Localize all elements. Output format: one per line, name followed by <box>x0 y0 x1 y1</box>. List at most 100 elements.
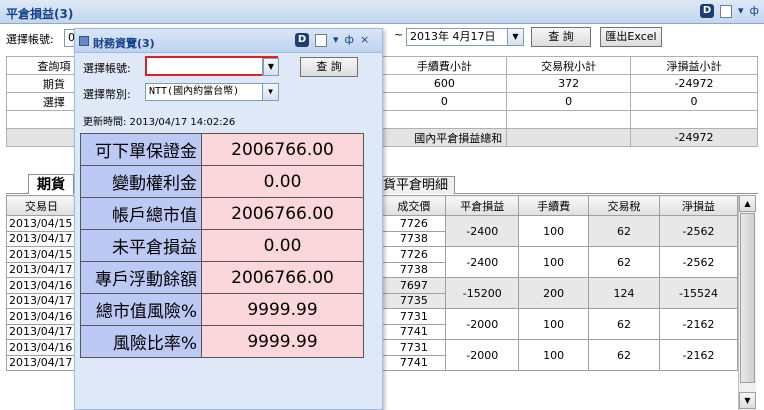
trade-date: 2013/04/17 <box>6 261 77 278</box>
stat-label: 帳戶總市值 <box>80 197 202 230</box>
close-icon[interactable]: × <box>360 33 369 47</box>
stat-value: 2006766.00 <box>201 261 364 294</box>
query-button[interactable]: 查 詢 <box>531 27 591 47</box>
tax-cell: 62 <box>588 215 660 247</box>
summary-cell: -24972 <box>630 74 758 93</box>
summary-total-value: -24972 <box>630 128 758 147</box>
export-excel-button[interactable]: 匯出Excel <box>600 27 662 47</box>
net-cell: -2562 <box>659 246 738 278</box>
summary-header: 淨損益小計 <box>630 56 758 75</box>
net-cell: -15524 <box>659 277 738 309</box>
summary-cell <box>381 110 508 129</box>
currency-value: NTT(國內約當台幣) <box>149 86 240 97</box>
grid-header[interactable]: 手續費 <box>518 195 590 216</box>
pnl-cell: -2000 <box>445 339 520 371</box>
stat-row: 風險比率% 9999.99 <box>80 325 364 358</box>
fee-cell: 100 <box>518 308 590 340</box>
stat-row: 可下單保證金 2006766.00 <box>80 133 364 166</box>
scroll-down-icon[interactable]: ▼ <box>739 392 756 409</box>
net-cell: -2562 <box>659 215 738 247</box>
summary-cell: 600 <box>381 74 508 93</box>
dock-icon[interactable]: D <box>295 33 309 47</box>
trade-price: 7741 <box>381 323 447 340</box>
summary-header: 交易稅小計 <box>506 56 632 75</box>
stat-row: 未平倉損益 0.00 <box>80 229 364 262</box>
dock-icon[interactable]: D <box>700 4 714 18</box>
fee-cell: 100 <box>518 246 590 278</box>
pnl-cell: -2400 <box>445 215 520 247</box>
tab-detail[interactable]: 貨平倉明細 <box>376 176 456 194</box>
summary-cell: 0 <box>381 92 508 111</box>
trade-date: 2013/04/17 <box>6 292 77 309</box>
fee-cell: 200 <box>518 277 590 309</box>
tax-cell: 124 <box>588 277 660 309</box>
grid-header[interactable]: 成交價 <box>381 195 447 216</box>
tax-cell: 62 <box>588 308 660 340</box>
account-label: 選擇帳號: <box>6 33 54 46</box>
stat-row: 專戶浮動餘額 2006766.00 <box>80 261 364 294</box>
window-title: 平倉損益(3) <box>6 7 74 21</box>
pin-icon[interactable]: ф <box>750 4 759 18</box>
grid-header[interactable]: 交易稅 <box>588 195 660 216</box>
chevron-down-icon[interactable]: ▼ <box>507 29 523 45</box>
summary-cell: 0 <box>506 92 632 111</box>
grid-header[interactable]: 平倉損益 <box>445 195 520 216</box>
stat-value: 2006766.00 <box>201 197 364 230</box>
stat-row: 總市值風險% 9999.99 <box>80 293 364 326</box>
menu-arrow-icon[interactable]: ▾ <box>738 4 744 18</box>
trade-date: 2013/04/15 <box>6 215 77 232</box>
finance-overview-popup: 財務資覽(3) D ▾ ф × 選擇帳號: ▼ 查 詢 選擇幣別: NTT(國內… <box>74 28 383 410</box>
scroll-up-icon[interactable]: ▲ <box>739 195 756 212</box>
popup-account-dropdown[interactable]: ▼ <box>262 58 279 76</box>
pnl-cell: -2400 <box>445 246 520 278</box>
grid-scrollbar[interactable]: ▲ ▼ <box>738 195 756 410</box>
net-cell: -2162 <box>659 339 738 371</box>
popup-controls: D ▾ ф × <box>295 33 369 47</box>
pnl-cell: -15200 <box>445 277 520 309</box>
menu-arrow-icon[interactable]: ▾ <box>333 33 339 47</box>
stat-row: 帳戶總市值 2006766.00 <box>80 197 364 230</box>
stat-label: 專戶浮動餘額 <box>80 261 202 294</box>
trade-date: 2013/04/17 <box>6 354 77 371</box>
popup-titlebar: 財務資覽(3) D ▾ ф × <box>75 29 382 53</box>
grid-header[interactable]: 交易日 <box>6 195 77 216</box>
trade-price: 7735 <box>381 292 447 309</box>
grid-header[interactable]: 淨損益 <box>659 195 738 216</box>
tax-cell: 62 <box>588 339 660 371</box>
summary-total-spacer <box>506 128 632 147</box>
currency-select[interactable]: NTT(國內約當台幣) ▼ <box>145 83 279 101</box>
popup-account-input[interactable] <box>145 56 278 76</box>
stat-value: 9999.99 <box>201 325 364 358</box>
scroll-thumb[interactable] <box>740 213 755 383</box>
trade-price: 7731 <box>381 339 447 356</box>
trade-date: 2013/04/17 <box>6 230 77 247</box>
chevron-down-icon[interactable]: ▼ <box>263 59 278 75</box>
net-cell: -2162 <box>659 308 738 340</box>
chevron-down-icon[interactable]: ▼ <box>262 84 278 100</box>
popup-query-button[interactable]: 查 詢 <box>300 57 358 77</box>
stat-label: 變動權利金 <box>80 165 202 198</box>
window-icon <box>79 36 89 46</box>
page-icon[interactable] <box>720 4 732 18</box>
trade-price: 7738 <box>381 261 447 278</box>
stat-label: 總市值風險% <box>80 293 202 326</box>
popup-title: 財務資覽(3) <box>93 37 155 50</box>
summary-cell <box>506 110 632 129</box>
end-date-value: 2013年 4月17日 <box>410 30 496 43</box>
end-date-picker[interactable]: 2013年 4月17日 ▼ <box>406 28 524 46</box>
date-separator: ~ <box>394 28 404 41</box>
window-titlebar: 平倉損益(3) D ▾ ф × <box>0 0 764 24</box>
page-icon[interactable] <box>315 33 327 47</box>
stat-label: 風險比率% <box>80 325 202 358</box>
pin-icon[interactable]: ф <box>345 33 354 47</box>
tax-cell: 62 <box>588 246 660 278</box>
stat-value: 9999.99 <box>201 293 364 326</box>
summary-header: 手續費小計 <box>381 56 508 75</box>
trade-price: 7697 <box>381 277 447 294</box>
window-controls: D ▾ ф × <box>700 4 764 18</box>
summary-cell <box>630 110 758 129</box>
summary-cell: 0 <box>630 92 758 111</box>
trade-price: 7731 <box>381 308 447 325</box>
trade-price: 7741 <box>381 354 447 371</box>
tab-futures[interactable]: 期貨 <box>28 174 74 194</box>
